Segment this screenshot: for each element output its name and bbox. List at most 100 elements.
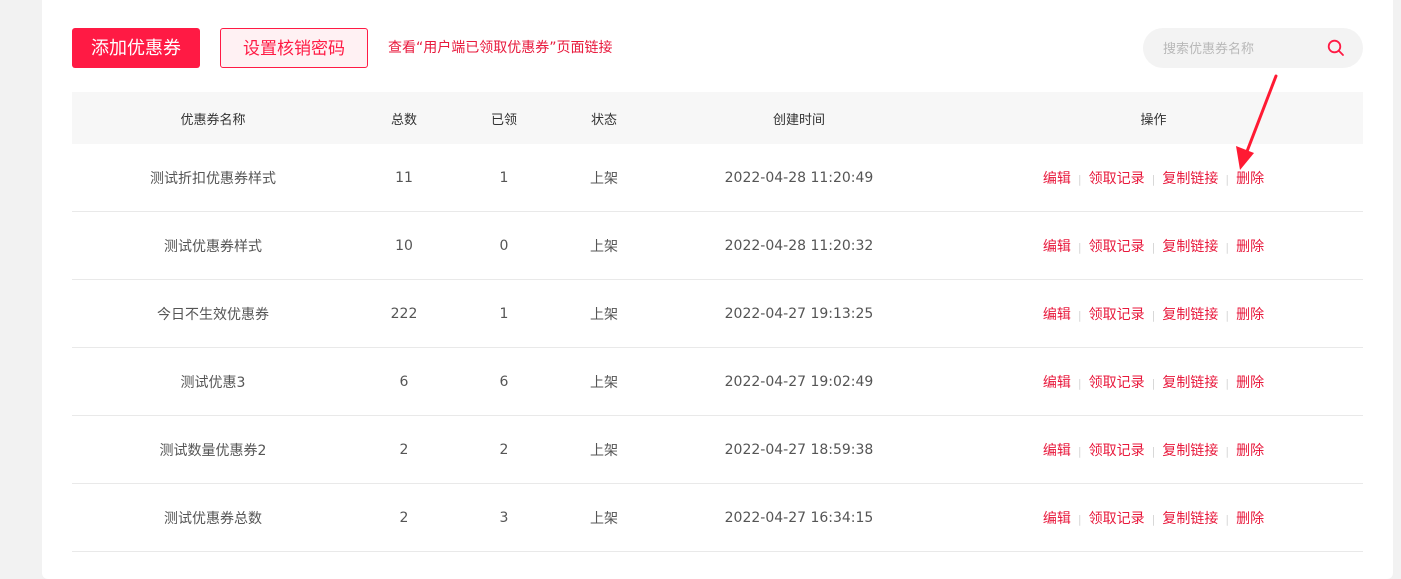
row-actions: 编辑 | 领取记录 | 复制链接 | 删除: [944, 483, 1363, 552]
claim-records-link[interactable]: 领取记录: [1089, 307, 1145, 323]
table-row: 测试优惠券总数 2 3 上架 2022-04-27 16:34:15 编辑 | 领取记录 | 复制…: [72, 483, 1363, 552]
coupon-name: 测试优惠3: [72, 347, 354, 416]
search-box: [1143, 28, 1363, 70]
table-row: 测试折扣优惠券样式 11 1 上架 2022-04-28 11:20:49 编辑 | 领取记录…: [72, 144, 1363, 212]
claim-records-link[interactable]: 领取记录: [1089, 443, 1145, 459]
coupon-claimed: 1: [454, 144, 554, 212]
toolbar: 添加优惠券 设置核销密码 查看“用户端已领取优惠券”页面链接: [72, 28, 1363, 70]
action-separator: |: [1077, 308, 1082, 322]
delete-link[interactable]: 删除: [1236, 511, 1264, 527]
coupon-status: 上架: [554, 415, 654, 484]
coupon-table: 优惠券名称 总数 已领 状态 创建时间 操作 测试折扣优惠券样式 11 1 上架 202…: [72, 92, 1363, 552]
row-actions: 编辑 | 领取记录 | 复制链接 | 删除: [944, 144, 1363, 212]
table-row: 今日不生效优惠券 222 1 上架 2022-04-27 19:13:25 编辑 | 领取记录…: [72, 279, 1363, 348]
edit-link[interactable]: 编辑: [1043, 375, 1071, 391]
coupon-created-time: 2022-04-27 18:59:38: [654, 415, 944, 484]
action-separator: |: [1225, 512, 1230, 526]
claim-records-link[interactable]: 领取记录: [1089, 375, 1145, 391]
coupon-created-time: 2022-04-28 11:20:49: [654, 144, 944, 212]
coupon-created-time: 2022-04-27 19:13:25: [654, 279, 944, 348]
action-separator: |: [1151, 376, 1156, 390]
coupon-status: 上架: [554, 279, 654, 348]
claim-records-link[interactable]: 领取记录: [1089, 171, 1145, 187]
action-separator: |: [1225, 172, 1230, 186]
action-separator: |: [1151, 172, 1156, 186]
action-separator: |: [1151, 308, 1156, 322]
copy-link-link[interactable]: 复制链接: [1162, 307, 1218, 323]
action-separator: |: [1225, 376, 1230, 390]
coupon-total: 222: [354, 279, 454, 348]
action-separator: |: [1077, 444, 1082, 458]
column-header-status: 状态: [554, 92, 654, 144]
copy-link-link[interactable]: 复制链接: [1162, 443, 1218, 459]
table-row: 测试优惠3 6 6 上架 2022-04-27 19:02:49 编辑 | 领取记录 | 复制链接…: [72, 347, 1363, 416]
action-separator: |: [1151, 512, 1156, 526]
column-header-total: 总数: [354, 92, 454, 144]
coupon-total: 2: [354, 483, 454, 552]
coupon-status: 上架: [554, 347, 654, 416]
table-row: 测试优惠券样式 10 0 上架 2022-04-28 11:20:32 编辑 | 领取记录 | 复…: [72, 211, 1363, 280]
coupon-status: 上架: [554, 483, 654, 552]
row-actions: 编辑 | 领取记录 | 复制链接 | 删除: [944, 347, 1363, 416]
row-actions: 编辑 | 领取记录 | 复制链接 | 删除: [944, 211, 1363, 280]
coupon-created-time: 2022-04-27 16:34:15: [654, 483, 944, 552]
edit-link[interactable]: 编辑: [1043, 171, 1071, 187]
add-coupon-button[interactable]: 添加优惠券: [72, 28, 200, 68]
search-input[interactable]: [1161, 28, 1325, 70]
delete-link[interactable]: 删除: [1236, 239, 1264, 255]
table-header-row: 优惠券名称 总数 已领 状态 创建时间 操作: [72, 92, 1363, 144]
action-separator: |: [1225, 240, 1230, 254]
coupon-total: 10: [354, 211, 454, 280]
column-header-actions: 操作: [944, 92, 1363, 144]
coupon-created-time: 2022-04-27 19:02:49: [654, 347, 944, 416]
row-actions: 编辑 | 领取记录 | 复制链接 | 删除: [944, 279, 1363, 348]
coupon-name: 测试数量优惠券2: [72, 415, 354, 484]
coupon-status: 上架: [554, 211, 654, 280]
coupon-claimed: 6: [454, 347, 554, 416]
copy-link-link[interactable]: 复制链接: [1162, 375, 1218, 391]
search-icon[interactable]: [1327, 39, 1345, 57]
action-separator: |: [1225, 308, 1230, 322]
copy-link-link[interactable]: 复制链接: [1162, 511, 1218, 527]
coupon-name: 测试优惠券样式: [72, 211, 354, 280]
table-row: 测试数量优惠券2 2 2 上架 2022-04-27 18:59:38 编辑 | 领取记录 | 复…: [72, 415, 1363, 484]
copy-link-link[interactable]: 复制链接: [1162, 171, 1218, 187]
claim-records-link[interactable]: 领取记录: [1089, 511, 1145, 527]
delete-link[interactable]: 删除: [1236, 171, 1264, 187]
action-separator: |: [1225, 444, 1230, 458]
action-separator: |: [1077, 512, 1082, 526]
coupon-name: 测试优惠券总数: [72, 483, 354, 552]
content-panel: 添加优惠券 设置核销密码 查看“用户端已领取优惠券”页面链接 优惠券名称 总数 …: [42, 0, 1393, 579]
edit-link[interactable]: 编辑: [1043, 443, 1071, 459]
coupon-claimed: 2: [454, 415, 554, 484]
coupon-name: 测试折扣优惠券样式: [72, 144, 354, 212]
delete-link[interactable]: 删除: [1236, 443, 1264, 459]
coupon-claimed: 3: [454, 483, 554, 552]
coupon-total: 6: [354, 347, 454, 416]
action-separator: |: [1077, 172, 1082, 186]
coupon-created-time: 2022-04-28 11:20:32: [654, 211, 944, 280]
column-header-name: 优惠券名称: [72, 92, 354, 144]
coupon-total: 11: [354, 144, 454, 212]
delete-link[interactable]: 删除: [1236, 375, 1264, 391]
column-header-claimed: 已领: [454, 92, 554, 144]
set-verify-password-button[interactable]: 设置核销密码: [220, 28, 368, 68]
view-claimed-coupons-link[interactable]: 查看“用户端已领取优惠券”页面链接: [388, 28, 613, 68]
edit-link[interactable]: 编辑: [1043, 307, 1071, 323]
column-header-created: 创建时间: [654, 92, 944, 144]
coupon-claimed: 0: [454, 211, 554, 280]
coupon-name: 今日不生效优惠券: [72, 279, 354, 348]
coupon-total: 2: [354, 415, 454, 484]
delete-link[interactable]: 删除: [1236, 307, 1264, 323]
row-actions: 编辑 | 领取记录 | 复制链接 | 删除: [944, 415, 1363, 484]
coupon-status: 上架: [554, 144, 654, 212]
claim-records-link[interactable]: 领取记录: [1089, 239, 1145, 255]
action-separator: |: [1151, 240, 1156, 254]
edit-link[interactable]: 编辑: [1043, 239, 1071, 255]
edit-link[interactable]: 编辑: [1043, 511, 1071, 527]
coupon-claimed: 1: [454, 279, 554, 348]
action-separator: |: [1077, 376, 1082, 390]
action-separator: |: [1077, 240, 1082, 254]
copy-link-link[interactable]: 复制链接: [1162, 239, 1218, 255]
action-separator: |: [1151, 444, 1156, 458]
